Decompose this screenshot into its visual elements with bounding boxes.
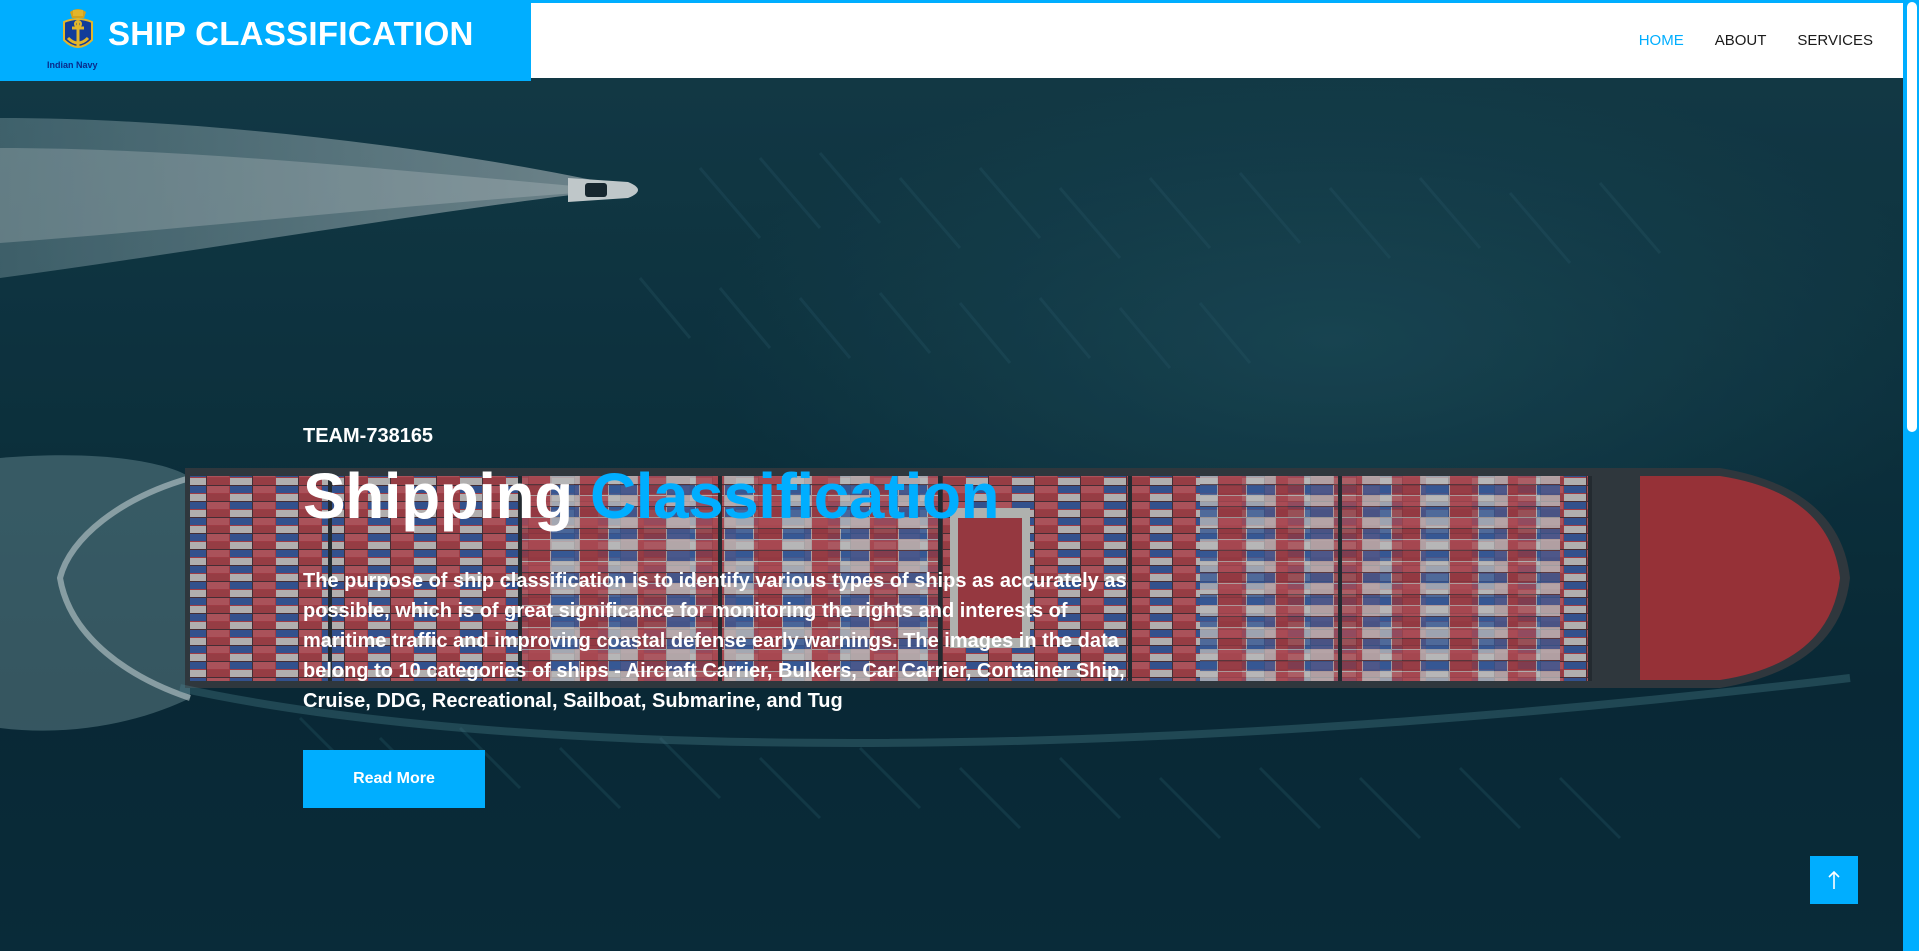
scrollbar-thumb[interactable] [1907,2,1917,432]
nav-item-services[interactable]: SERVICES [1797,32,1873,49]
brand-block[interactable]: Indian Navy SHIP CLASSIFICATION [0,0,531,81]
navy-emblem-icon [63,9,93,48]
arrow-up-icon [1828,870,1840,889]
back-to-top-button[interactable] [1810,856,1858,904]
nav-item-about[interactable]: ABOUT [1715,32,1767,49]
headline-main: Shipping [303,460,590,532]
page-scrollbar[interactable] [1903,0,1919,951]
brand-title[interactable]: SHIP CLASSIFICATION [108,15,474,53]
emblem-caption: Indian Navy [47,60,98,70]
headline-accent: Classification [590,460,1000,532]
hero-content: TEAM-738165 Shipping Classification The … [303,425,1163,808]
hero-headline: Shipping Classification [303,464,1163,528]
site-header: Indian Navy SHIP CLASSIFICATION HOME ABO… [0,0,1903,81]
main-nav: HOME ABOUT SERVICES [1639,3,1873,78]
team-label: TEAM-738165 [303,425,434,447]
nav-item-home[interactable]: HOME [1639,32,1684,49]
hero-description: The purpose of ship classification is to… [303,570,1127,712]
read-more-button[interactable]: Read More [303,750,485,808]
